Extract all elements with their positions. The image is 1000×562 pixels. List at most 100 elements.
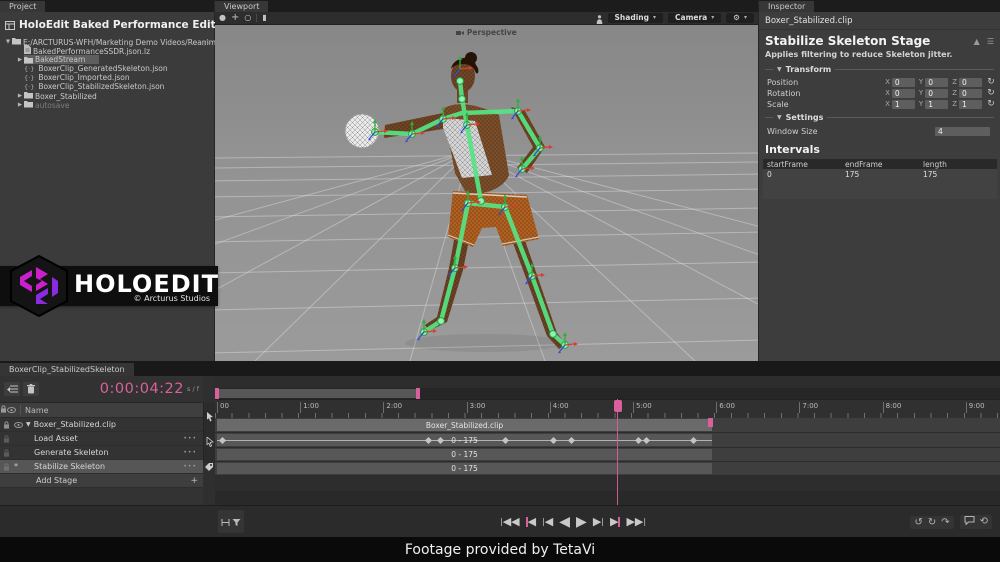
tab-inspector[interactable]: Inspector <box>759 1 815 12</box>
transport-button[interactable]: ▶ <box>610 516 621 528</box>
z-field[interactable]: 1 <box>959 99 982 109</box>
loop-icon[interactable]: ↷ <box>941 517 949 528</box>
intervals-column[interactable]: length <box>919 160 997 169</box>
x-field[interactable]: 1 <box>891 99 915 109</box>
tab-timeline-clip[interactable]: BoxerClip_StabilizedSkeleton <box>0 363 134 376</box>
orbit-tool-icon[interactable]: ○ <box>244 13 251 23</box>
tree-item[interactable]: {·} BoxerClip_Imported.json <box>0 73 214 82</box>
tag-tool-icon[interactable] <box>205 457 214 476</box>
window-size-field[interactable]: 4 <box>935 126 990 136</box>
settings-section-header[interactable]: ▼ Settings <box>759 110 1000 124</box>
select-tool-icon[interactable]: ● <box>219 13 226 23</box>
y-field[interactable]: 1 <box>925 99 949 109</box>
transport-button[interactable]: ▶ <box>576 515 587 529</box>
stage-track-stabilize-skeleton[interactable]: 0 - 175 <box>215 462 1000 476</box>
move-tool-icon[interactable]: + <box>231 13 239 23</box>
loop-icon[interactable]: ↺ <box>914 517 922 528</box>
stage-track-generate-skeleton[interactable]: 0 - 175 <box>215 448 1000 462</box>
tree-item[interactable]: ▶ autosave <box>0 100 214 110</box>
more-options-icon[interactable]: ••• <box>183 463 197 470</box>
expand-arrow-icon[interactable]: ▶ <box>16 93 24 99</box>
reset-icon[interactable]: ↻ <box>986 77 996 87</box>
timecode-display[interactable]: 0:00:04:22 <box>42 381 184 397</box>
y-field[interactable]: 0 <box>925 88 949 98</box>
transport-button[interactable]: ▶ | <box>593 516 604 528</box>
tab-viewport[interactable]: Viewport <box>215 1 269 12</box>
cursor-outline-tool-icon[interactable] <box>206 432 214 451</box>
timeline-row-stabilize-skeleton[interactable]: * Stabilize Skeleton ••• <box>0 460 203 474</box>
intervals-row[interactable]: 0 175 175 <box>763 169 997 179</box>
track-bar[interactable]: 0 - 175 <box>217 463 712 474</box>
intervals-column[interactable]: startFrame <box>763 160 841 169</box>
x-field[interactable]: 0 <box>891 77 915 87</box>
lock-icon[interactable] <box>0 420 12 429</box>
expand-arrow-icon[interactable]: ▶ <box>16 102 24 108</box>
loop-icon[interactable]: ↻ <box>928 517 936 528</box>
range-handle-right[interactable] <box>416 388 420 399</box>
time-ruler[interactable]: 00 1:00 2:00 3:00 4:00 5:00 6:00 7:00 8:00 9:00 <box>215 399 1000 413</box>
reset-icon[interactable]: ↻ <box>986 88 996 98</box>
timecode-units[interactable]: s / f <box>187 385 199 393</box>
playhead-line[interactable] <box>617 399 618 509</box>
tree-item[interactable]: ▶ BakedStream <box>0 55 214 64</box>
clip-end-marker[interactable] <box>708 418 713 427</box>
lock-icon[interactable] <box>0 434 12 443</box>
viewport-canvas[interactable]: Perspective <box>215 25 758 361</box>
x-field[interactable]: 0 <box>891 88 915 98</box>
intervals-column[interactable]: endFrame <box>841 160 919 169</box>
add-track-button[interactable] <box>4 382 20 396</box>
tree-item[interactable]: {·} BoxerClip_GeneratedSkeleton.json <box>0 64 214 73</box>
y-field[interactable]: 0 <box>925 77 949 87</box>
cursor-tool-icon[interactable] <box>206 407 214 426</box>
delete-button[interactable] <box>23 382 39 396</box>
collapse-caret-icon[interactable]: ▼ <box>26 421 31 428</box>
context-menu-icon[interactable]: ☰ <box>987 37 994 46</box>
scale-tool-icon[interactable]: ▮ <box>262 13 266 23</box>
eye-icon[interactable] <box>12 421 24 428</box>
folder-icon <box>24 100 33 108</box>
comment-icon[interactable] <box>964 516 975 528</box>
timeline-range-scrollbar[interactable] <box>215 388 1000 399</box>
perspective-label[interactable]: Perspective <box>215 28 758 37</box>
timeline-row-boxer-stabilized-clip[interactable]: ▼ Boxer_Stabilized.clip <box>0 418 203 432</box>
plus-icon[interactable]: + <box>190 476 198 486</box>
ruler-label: 00 <box>217 402 229 413</box>
transform-section-header[interactable]: ▼ Transform <box>759 62 1000 76</box>
viewport-settings-dropdown[interactable]: ⚙ ▾ <box>726 13 754 23</box>
warning-icon[interactable]: ▲ <box>974 37 980 46</box>
timeline-row-add-stage[interactable]: Add Stage + <box>0 474 203 488</box>
lock-icon[interactable] <box>0 448 12 457</box>
camera-dropdown[interactable]: Camera ▾ <box>668 13 722 23</box>
transport-button[interactable]: ▶▶ | <box>626 516 646 528</box>
holoedit-logo-icon <box>10 255 68 317</box>
z-field[interactable]: 0 <box>959 77 982 87</box>
timeline-row-load-asset[interactable]: Load Asset ••• <box>0 432 203 446</box>
more-options-icon[interactable]: ••• <box>183 449 197 456</box>
shading-dropdown[interactable]: Shading ▾ <box>607 13 663 23</box>
loop-playback-icon[interactable]: ⟲ <box>980 516 988 528</box>
range-bar[interactable] <box>218 389 418 398</box>
track-bar[interactable]: Boxer_Stabilized.clip <box>217 419 712 431</box>
timeline-track-area[interactable]: 00 1:00 2:00 3:00 4:00 5:00 6:00 7:00 8:00 9:00 B… <box>215 376 1000 520</box>
expand-arrow-icon[interactable]: ▼ <box>4 39 12 45</box>
tree-item[interactable]: BakedPerformanceSSDR.json.lz <box>0 45 214 56</box>
stage-track-load-asset[interactable]: 0 - 175 <box>215 433 1000 448</box>
expand-arrow-icon[interactable]: ▶ <box>16 57 24 63</box>
clip-track[interactable]: Boxer_Stabilized.clip <box>215 418 1000 433</box>
transport-button[interactable]: ◀ <box>525 516 536 528</box>
viewport-panel: Viewport ● + ○ ▮ Shading▾ Camera▾ ⚙▾ <box>215 0 758 361</box>
range-handle-left[interactable] <box>215 388 219 399</box>
track-bar[interactable]: 0 - 175 <box>217 449 712 460</box>
tab-project[interactable]: Project <box>0 1 46 12</box>
more-options-icon[interactable]: ••• <box>183 435 197 442</box>
reset-icon[interactable]: ↻ <box>986 99 996 109</box>
snap-toggle-icon[interactable] <box>221 512 230 531</box>
timeline-row-generate-skeleton[interactable]: Generate Skeleton ••• <box>0 446 203 460</box>
playhead-handle[interactable] <box>614 400 622 412</box>
transport-button[interactable]: | ◀◀ <box>500 516 520 528</box>
transport-button[interactable]: ◀ <box>559 515 570 529</box>
lock-icon[interactable] <box>0 462 12 471</box>
z-field[interactable]: 0 <box>959 88 982 98</box>
filter-icon[interactable] <box>232 512 241 531</box>
transport-button[interactable]: | ◀ <box>542 516 553 528</box>
